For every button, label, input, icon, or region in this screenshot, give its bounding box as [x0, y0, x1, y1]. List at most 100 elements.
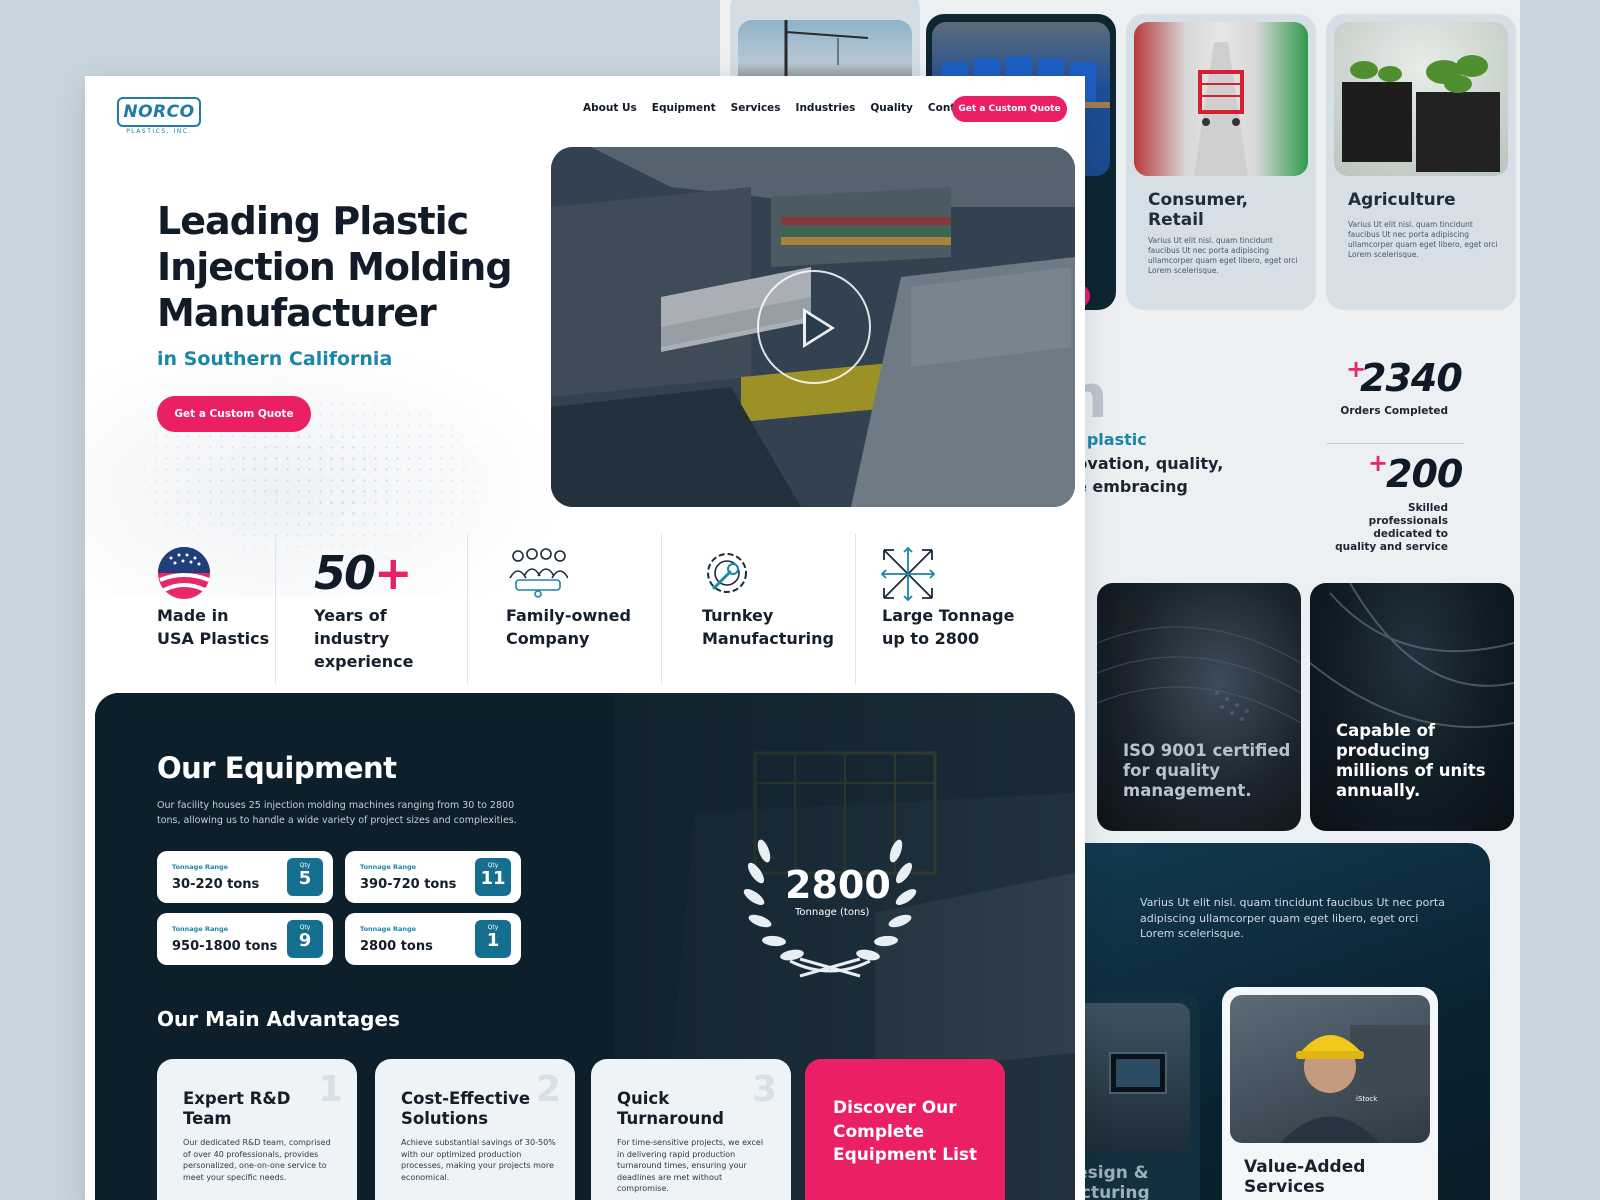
label-line: Family-owned [506, 606, 631, 625]
label-line: experience [314, 652, 414, 671]
hero-quote-button[interactable]: Get a Custom Quote [157, 396, 311, 432]
hero-subtitle: in Southern California [157, 348, 393, 370]
highlight-label: Large Tonnage up to 2800 [882, 604, 1014, 650]
tonnage-range-value: 30-220 tons [172, 877, 260, 892]
advantage-card: 3 Quick Turnaround For time-sensitive pr… [591, 1059, 791, 1200]
label-line: Turnkey [702, 606, 774, 625]
equipment-description: Our facility houses 25 injection molding… [157, 800, 517, 826]
advantage-number: 3 [751, 1069, 777, 1110]
nav-quality[interactable]: Quality [870, 102, 913, 114]
industry-title: Consumer, Retail [1148, 190, 1249, 230]
stat-professionals-label: Skilled professionals dedicated to quali… [1335, 502, 1448, 553]
nav-industries[interactable]: Industries [796, 102, 856, 114]
tonnage-badge-label: Tonnage (tons) [795, 907, 870, 918]
label-line: Company [506, 629, 590, 648]
label-line: Years of industry [314, 606, 390, 648]
tonnage-badge-value: 2800 [785, 863, 891, 907]
tonnage-range-label: Tonnage Range [360, 925, 417, 933]
highlights-row: Made in USA Plastics 50+ Years of industr… [145, 534, 1075, 684]
services-description: Varius Ut elit nisl. quam tincidunt fauc… [1140, 896, 1445, 940]
qty-value: 5 [298, 868, 312, 889]
stat-professionals-value: 200 [1386, 452, 1463, 496]
tonnage-card: Tonnage Range 2800 tons Qty 1 [345, 913, 521, 965]
equipment-list-cta[interactable]: Discover Our Complete Equipment List [805, 1059, 1005, 1200]
highlight-label: Family-owned Company [506, 604, 631, 650]
industry-card-consumer-retail[interactable]: Consumer, Retail Varius Ut elit nisl. qu… [1126, 14, 1316, 310]
label-line: Large Tonnage [882, 606, 1015, 625]
feature-card-capacity: Capable of producing millions of units a… [1310, 583, 1514, 831]
front-page: NORCO PLASTICS, INC. About Us Equipment … [85, 76, 1085, 1200]
highlight-usa: Made in USA Plastics [145, 534, 276, 684]
gear-wrench-icon [707, 553, 747, 593]
qty-badge: Qty 9 [287, 920, 323, 958]
stat-orders-label: Orders Completed [1340, 405, 1448, 417]
services-section: Varius Ut elit nisl. quam tincidunt fauc… [1040, 843, 1490, 1200]
qty-badge: Qty 5 [287, 858, 323, 896]
industry-desc: Varius Ut elit nisl. quam tincidunt fauc… [1348, 220, 1498, 259]
industry-title: Agriculture [1348, 190, 1456, 210]
main-nav: About Us Equipment Services Industries Q… [583, 102, 974, 114]
qty-value: 11 [480, 868, 506, 889]
hero-title: Leading Plastic Injection Molding Manufa… [157, 199, 513, 335]
tonnage-card: Tonnage Range 390-720 tons Qty 11 [345, 851, 521, 903]
cta-text: Discover Our Complete Equipment List [833, 1098, 978, 1165]
retail-photo [1134, 22, 1308, 176]
service-card-value-added[interactable]: iStock Value-Added Services [1222, 987, 1438, 1200]
feature-text: ISO 9001 certified for quality managemen… [1123, 741, 1291, 800]
worker-photo: iStock [1230, 995, 1430, 1143]
qty-badge: Qty 1 [475, 920, 511, 958]
about-line: ile embracing [1065, 477, 1188, 496]
label-line: USA Plastics [157, 629, 270, 648]
logo-subtitle: PLASTICS, INC. [126, 128, 192, 135]
play-icon[interactable] [757, 270, 871, 384]
service-title: Value-Added Services [1244, 1157, 1366, 1197]
tonnage-range-value: 390-720 tons [360, 877, 457, 892]
qty-value: 1 [486, 930, 500, 951]
advantage-title: Quick Turnaround [617, 1089, 724, 1128]
highlight-label: Turnkey Manufacturing [702, 604, 834, 650]
industry-card-agriculture[interactable]: Agriculture Varius Ut elit nisl. quam ti… [1326, 14, 1516, 310]
about-line: novation, quality, [1065, 454, 1224, 473]
expand-arrows-icon [880, 546, 936, 602]
highlight-years: 50+ Years of industry experience [276, 534, 468, 684]
years-number: 50+ [314, 546, 413, 600]
years-value: 50+ [314, 546, 413, 600]
nav-equipment[interactable]: Equipment [652, 102, 716, 114]
industry-desc: Varius Ut elit nisl. quam tincidunt fauc… [1148, 236, 1298, 275]
highlight-turnkey: Turnkey Manufacturing [662, 534, 856, 684]
years-plus: + [374, 546, 413, 600]
usa-flag-icon [158, 547, 210, 599]
stat-orders-value: 2340 [1360, 356, 1463, 400]
nav-about-us[interactable]: About Us [583, 102, 637, 114]
advantage-title: Cost-Effective Solutions [401, 1089, 531, 1128]
advantage-number: 1 [317, 1069, 343, 1110]
highlight-label: Made in USA Plastics [157, 604, 269, 650]
advantage-card: 1 Expert R&D Team Our dedicated R&D team… [157, 1059, 357, 1200]
advantage-desc: Our dedicated R&D team, comprised of ove… [183, 1138, 331, 1182]
hero-video[interactable] [551, 147, 1075, 507]
highlight-tonnage: Large Tonnage up to 2800 [856, 534, 1056, 684]
nav-services[interactable]: Services [731, 102, 781, 114]
equipment-title: Our Equipment [157, 751, 397, 785]
tonnage-range-label: Tonnage Range [172, 925, 229, 933]
equipment-section: Our Equipment Our facility houses 25 inj… [95, 693, 1075, 1200]
advantage-title: Expert R&D Team [183, 1089, 291, 1128]
advantage-desc: Achieve substantial savings of 30-50% wi… [401, 1138, 556, 1182]
highlight-label: Years of industry experience [314, 604, 467, 673]
tonnage-range-label: Tonnage Range [172, 863, 229, 871]
label-line: Made in [157, 606, 229, 625]
feature-text: Capable of producing millions of units a… [1336, 721, 1486, 800]
tonnage-range-value: 950-1800 tons [172, 939, 278, 954]
label-line: Manufacturing [702, 629, 834, 648]
qty-value: 9 [298, 930, 312, 951]
about-text-fragment: novation, quality, ile embracing [1065, 452, 1223, 498]
logo-mark: NORCO [117, 97, 201, 127]
qty-badge: Qty 11 [475, 858, 511, 896]
label-line: up to 2800 [882, 629, 980, 648]
nav-quote-button[interactable]: Get a Custom Quote [952, 96, 1067, 122]
norco-logo[interactable]: NORCO PLASTICS, INC. [117, 97, 201, 135]
highlight-family: Family-owned Company [468, 534, 662, 684]
family-icon [509, 548, 568, 598]
tonnage-card: Tonnage Range 30-220 tons Qty 5 [157, 851, 333, 903]
advantages-title: Our Main Advantages [157, 1007, 400, 1031]
